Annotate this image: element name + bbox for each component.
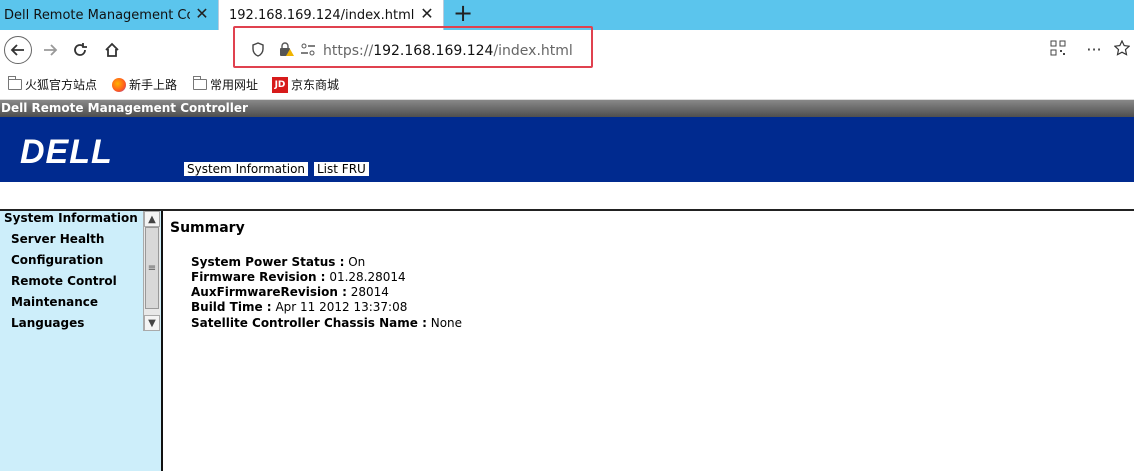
new-tab-button[interactable]: + [450,1,476,27]
nav-bar: https://192.168.169.124/index.html ··· [0,26,1134,70]
jd-icon: JD [272,76,288,93]
info-power-status: System Power Status : On [191,255,365,269]
left-nav-maintenance[interactable]: Maintenance [11,295,98,309]
close-tab-icon[interactable]: ✕ [419,6,435,22]
star-icon [1113,39,1131,56]
back-button[interactable] [4,36,32,64]
info-value: 28014 [350,285,389,299]
close-tab-icon[interactable]: ✕ [194,6,210,22]
folder-icon [193,76,207,90]
info-label: Satellite Controller Chassis Name : [191,316,427,330]
forward-button[interactable] [38,38,62,62]
info-value: Apr 11 2012 13:37:08 [275,300,408,314]
left-nav-scrollbar[interactable]: ▲ ≡ ▼ [143,211,160,331]
info-label: AuxFirmwareRevision : [191,285,347,299]
home-button[interactable] [100,38,124,62]
bookmark-label: 京东商城 [291,78,340,92]
info-label: Firmware Revision : [191,270,326,284]
bookmark-jd[interactable]: JD 京东商城 [272,76,339,93]
bookmark-changyong[interactable]: 常用网址 [193,76,258,93]
info-aux-firmware: AuxFirmwareRevision : 28014 [191,285,389,299]
qr-code-button[interactable] [1048,40,1068,60]
bookmark-star-button[interactable] [1112,39,1132,60]
shield-icon [252,42,264,57]
info-build-time: Build Time : Apr 11 2012 13:37:08 [191,300,407,314]
dell-logo: DELL [20,135,113,167]
summary-title: Summary [170,220,245,236]
tab-title: Dell Remote Management Contr [4,7,190,23]
home-icon [105,42,119,57]
info-value: On [348,255,366,269]
info-value: None [430,316,463,330]
qr-code-icon [1050,40,1066,56]
tab-title: 192.168.169.124/index.html [229,7,415,23]
left-nav-languages[interactable]: Languages [11,316,84,330]
tab-dell-remote[interactable]: Dell Remote Management Contr ✕ [0,0,218,30]
more-options-button[interactable]: ··· [1084,40,1104,60]
left-nav-remote-control[interactable]: Remote Control [11,274,117,288]
arrow-left-icon [10,44,24,56]
url-host: 192.168.169.124 [373,43,494,59]
url-scheme: https:// [323,43,374,59]
arrow-right-icon [44,44,58,56]
nav-list-fru[interactable]: List FRU [314,162,369,176]
nav-system-information[interactable]: System Information [184,162,309,176]
left-nav-panel: System Information Server Health Configu… [0,211,163,471]
bookmark-xinshou[interactable]: 新手上路 [112,76,177,93]
info-chassis-name: Satellite Controller Chassis Name : None [191,316,462,330]
app-title-bar: Dell Remote Management Controller [0,100,1134,117]
lock-warning-icon [280,42,294,56]
dell-banner: DELL [0,117,1134,182]
scroll-down-icon[interactable]: ▼ [144,315,160,331]
left-nav-configuration[interactable]: Configuration [11,253,103,267]
scroll-up-icon[interactable]: ▲ [144,211,160,227]
bookmark-label: 新手上路 [129,78,178,92]
reload-button[interactable] [68,38,92,62]
folder-icon [8,76,22,90]
left-nav-server-health[interactable]: Server Health [11,232,104,246]
bookmark-label: 火狐官方站点 [25,78,98,92]
url-bar[interactable]: https://192.168.169.124/index.html [244,34,584,64]
info-label: System Power Status : [191,255,345,269]
reload-icon [74,43,87,56]
info-value: 01.28.28014 [329,270,406,284]
info-firmware-revision: Firmware Revision : 01.28.28014 [191,270,406,284]
scroll-thumb[interactable]: ≡ [145,227,159,309]
firefox-icon [112,77,126,92]
info-label: Build Time : [191,300,272,314]
bookmark-label: 常用网址 [210,78,259,92]
bookmark-huohu[interactable]: 火狐官方站点 [8,76,97,93]
permissions-icon [301,43,315,56]
bookmarks-toolbar: 火狐官方站点 新手上路 常用网址 JD 京东商城 [0,70,1134,100]
app-title: Dell Remote Management Controller [1,101,248,115]
header-divider [0,209,1134,211]
svg-text:DELL: DELL [20,135,113,167]
url-path: /index.html [493,43,573,59]
left-nav-header[interactable]: System Information [4,211,138,225]
url-text[interactable]: https://192.168.169.124/index.html [323,43,573,59]
